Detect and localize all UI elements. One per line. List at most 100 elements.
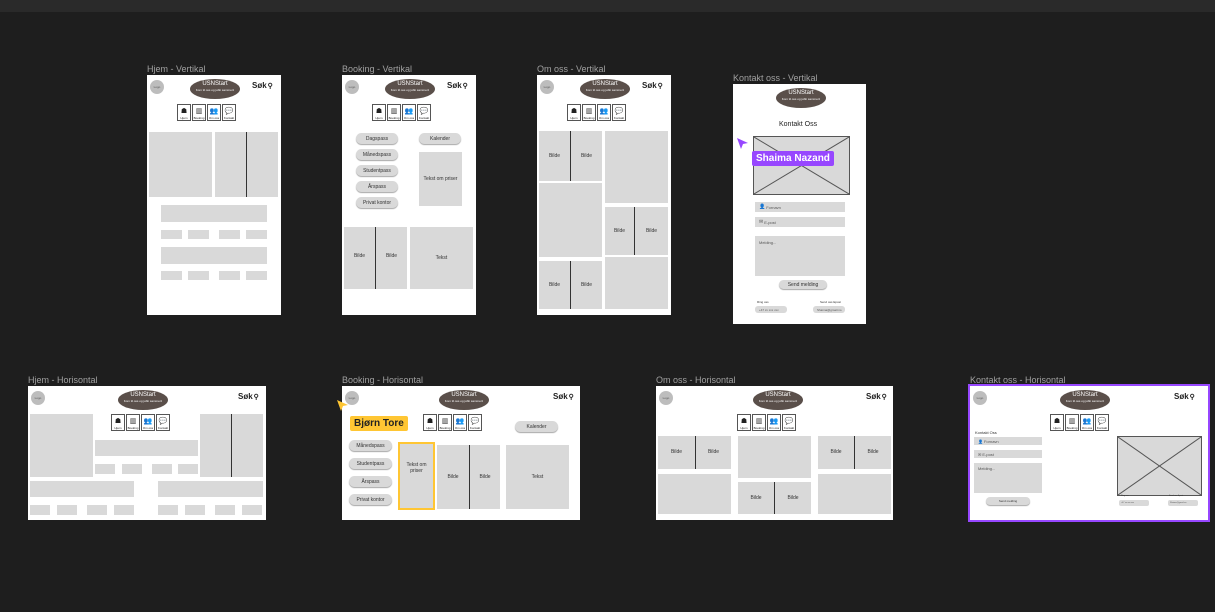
kalender-button[interactable]: Kalender (515, 421, 558, 432)
name-field[interactable]: 👤 Fornavn (755, 202, 845, 212)
nav-item-booking[interactable]: ▥ Booking (438, 414, 452, 431)
frame-omoss-vertikal[interactable]: Logo USNStart Kom til oss og jobb sammen!… (537, 75, 671, 315)
logo: Logo (659, 391, 673, 405)
maanedspass-button[interactable]: Månedspass (349, 440, 392, 451)
nav-item-kontakt[interactable]: 💬 Kontakt (782, 414, 796, 431)
name-field[interactable]: 👤 Fornavn (974, 437, 1042, 445)
phone-value: +47 xx xxx xxx (1119, 500, 1149, 506)
content-block (246, 271, 267, 280)
frame-omoss-horisontal[interactable]: Logo USNStart Kom til oss og jobb sammen!… (656, 386, 893, 520)
content-block (246, 230, 267, 239)
nav-item-omoss[interactable]: 👥 Om oss (141, 414, 155, 431)
nav-item-booking[interactable]: ▥ Booking (192, 104, 206, 121)
nav-label: Kontakt (223, 116, 235, 120)
frame-kontakt-vertikal[interactable]: USNStart Kom til oss og jobb sammen! Kont… (733, 84, 866, 324)
frame-title-kontakt-horisontal[interactable]: Kontakt oss - Horisontal (970, 375, 1066, 385)
email-placeholder: E-post (764, 219, 776, 225)
aarspass-button[interactable]: Årspass (349, 476, 392, 487)
frame-booking-horisontal[interactable]: Logo USNStart Kom til oss og jobb sammen!… (342, 386, 580, 520)
nav-item-booking[interactable]: ▥ Booking (387, 104, 401, 121)
nav-item-omoss[interactable]: 👥 Om oss (402, 104, 416, 121)
send-button[interactable]: Send melding (779, 280, 827, 289)
nav-item-omoss[interactable]: 👥 Om oss (767, 414, 781, 431)
privat-kontor-button[interactable]: Privat kontor (356, 197, 398, 208)
studentpass-button[interactable]: Studentpass (349, 458, 392, 469)
frame-title-booking-vertikal[interactable]: Booking - Vertikal (342, 64, 412, 74)
nav-item-hjem[interactable]: ☗ Hjem (372, 104, 386, 121)
frame-title-omoss-vertikal[interactable]: Om oss - Vertikal (537, 64, 606, 74)
nav-item-omoss[interactable]: 👥 Om oss (453, 414, 467, 431)
frame-kontakt-horisontal[interactable]: Logo USNStart Kom til oss og jobb sammen!… (968, 384, 1210, 522)
frame-title-booking-horisontal[interactable]: Booking - Horisontal (342, 375, 423, 385)
brand-title: USNStart (788, 90, 814, 96)
ring-label: Ring oss (757, 300, 769, 304)
frame-title-hjem-vertikal[interactable]: Hjem - Vertikal (147, 64, 206, 74)
nav-item-hjem[interactable]: ☗ Hjem (737, 414, 751, 431)
nav-item-kontakt[interactable]: 💬 Kontakt (156, 414, 170, 431)
privat-kontor-button[interactable]: Privat kontor (349, 494, 392, 505)
search-button[interactable]: Søk ⚲ (642, 81, 663, 90)
aarspass-button[interactable]: Årspass (356, 181, 398, 192)
message-field[interactable]: Melding... (974, 463, 1042, 493)
nav-item-booking[interactable]: ▥ Booking (1065, 414, 1079, 431)
nav-item-hjem[interactable]: ☗ Hjem (567, 104, 581, 121)
search-button[interactable]: Søk ⚲ (866, 392, 887, 401)
brand-badge: USNStart Kom til oss og jobb sammen! (580, 79, 630, 99)
search-button[interactable]: Søk ⚲ (252, 81, 273, 90)
nav-item-kontakt[interactable]: 💬 Kontakt (222, 104, 236, 121)
send-button[interactable]: Send melding (986, 497, 1030, 505)
search-button[interactable]: Søk ⚲ (1174, 392, 1195, 401)
frame-title-omoss-horisontal[interactable]: Om oss - Horisontal (656, 375, 736, 385)
ring-label: Ring oss (1121, 495, 1129, 497)
brand-title: USNStart (202, 81, 228, 87)
nav-item-booking[interactable]: ▥ Booking (582, 104, 596, 121)
studentpass-button[interactable]: Studentpass (356, 165, 398, 176)
nav-item-kontakt[interactable]: 💬 Kontakt (417, 104, 431, 121)
search-button[interactable]: Søk ⚲ (447, 81, 468, 90)
dagpass-button[interactable]: Dagspass (356, 133, 398, 144)
image-label: Bilde (580, 153, 593, 159)
nav-label: Booking (127, 426, 139, 430)
email-placeholder: E-post (982, 451, 994, 457)
maanedspass-button[interactable]: Månedspass (356, 149, 398, 160)
nav-label: Booking (1066, 426, 1078, 430)
content-block (95, 464, 115, 474)
image-label: Bilde (707, 449, 720, 455)
nav-item-booking[interactable]: ▥ Booking (126, 414, 140, 431)
email-field[interactable]: ✉ E-post (974, 450, 1042, 458)
collaborator-cursor-icon (337, 399, 349, 417)
nav-item-kontakt[interactable]: 💬 Kontakt (468, 414, 482, 431)
nav-item-hjem[interactable]: ☗ Hjem (111, 414, 125, 431)
nav-item-kontakt[interactable]: 💬 Kontakt (612, 104, 626, 121)
nav-item-hjem[interactable]: ☗ Hjem (177, 104, 191, 121)
nav-item-omoss[interactable]: 👥 Om oss (597, 104, 611, 121)
nav-item-omoss[interactable]: 👥 Om oss (1080, 414, 1094, 431)
nav-item-hjem[interactable]: ☗ Hjem (1050, 414, 1064, 431)
brand-title: USNStart (451, 392, 477, 398)
image-label: Bilde (750, 495, 762, 501)
frame-title-hjem-horisontal[interactable]: Hjem - Horisontal (28, 375, 98, 385)
nav-item-omoss[interactable]: 👥 Om oss (207, 104, 221, 121)
frame-title-kontakt-vertikal[interactable]: Kontakt oss - Vertikal (733, 73, 818, 83)
content-block (161, 247, 267, 264)
brand-badge: USNStart Kom til oss og jobb sammen! (118, 390, 168, 410)
search-label: Søk (553, 392, 568, 401)
frame-booking-vertikal[interactable]: Logo USNStart Kom til oss og jobb sammen!… (342, 75, 476, 315)
nav-item-booking[interactable]: ▥ Booking (752, 414, 766, 431)
kalender-button[interactable]: Kalender (419, 133, 461, 144)
search-button[interactable]: Søk ⚲ (238, 392, 259, 401)
search-button[interactable]: Søk ⚲ (553, 392, 574, 401)
nav-item-kontakt[interactable]: 💬 Kontakt (1095, 414, 1109, 431)
frame-hjem-horisontal[interactable]: Logo USNStart Kom til oss og jobb sammen!… (28, 386, 266, 520)
email-value: Shaima@gmail.no (813, 306, 845, 313)
frame-hjem-vertikal[interactable]: Logo USNStart Kom til oss og jobb sammen!… (147, 75, 281, 315)
price-text-block[interactable]: Tekst om priser (398, 442, 435, 510)
email-field[interactable]: ✉ E-post (755, 217, 845, 227)
contact-title: Kontakt Oss (779, 121, 818, 128)
collaborator-name-tag: Shaima Nazand (752, 151, 834, 166)
nav-bar: ☗ Hjem ▥ Booking 👥 Om oss 💬 Kontakt (737, 414, 797, 431)
content-block (219, 271, 240, 280)
brand-subtitle: Kom til oss og jobb sammen! (390, 88, 430, 92)
nav-item-hjem[interactable]: ☗ Hjem (423, 414, 437, 431)
message-field[interactable]: Melding... (755, 236, 845, 276)
